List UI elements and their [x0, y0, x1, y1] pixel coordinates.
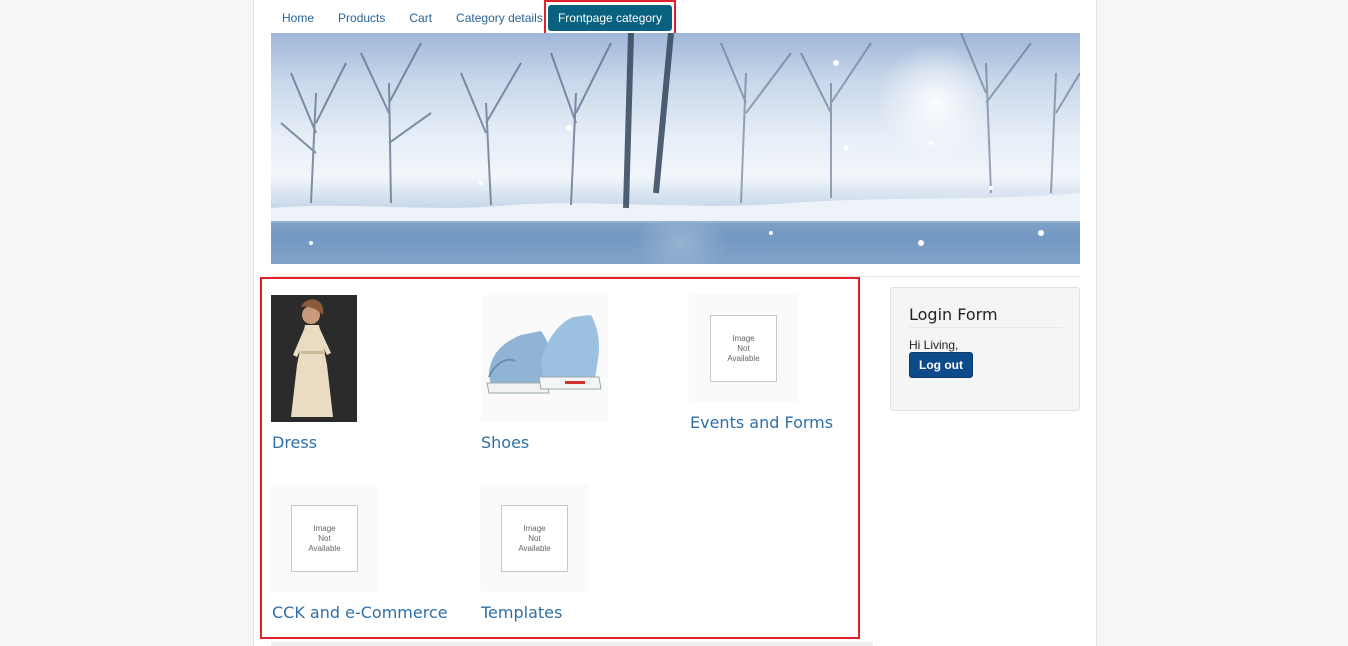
winter-landscape-illustration: [271, 33, 1080, 264]
category-title-templates[interactable]: Templates: [481, 603, 562, 622]
nav-category-details[interactable]: Category details: [444, 5, 555, 31]
category-title-cck-and-ecommerce[interactable]: CCK and e-Commerce: [272, 603, 448, 622]
shoes-image[interactable]: [481, 295, 608, 422]
image-not-available-icon: Image Not Available: [501, 505, 568, 572]
category-title-events-and-forms[interactable]: Events and Forms: [690, 413, 833, 432]
nav-cart[interactable]: Cart: [397, 5, 444, 31]
main-nav: Home Products Cart Category details: [270, 4, 555, 32]
templates-image[interactable]: Image Not Available: [481, 485, 587, 591]
login-form-module: Login Form Hi Living, Log out: [890, 287, 1080, 411]
category-title-dress[interactable]: Dress: [272, 433, 317, 452]
page-container: Home Products Cart Category details Fron…: [253, 0, 1097, 646]
nav-frontpage-category[interactable]: Frontpage category: [548, 5, 672, 31]
cck-and-ecommerce-image[interactable]: Image Not Available: [271, 485, 377, 591]
banner-image: [271, 33, 1080, 264]
events-and-forms-image[interactable]: Image Not Available: [690, 295, 796, 401]
nav-home[interactable]: Home: [270, 5, 326, 31]
logout-button[interactable]: Log out: [909, 352, 973, 378]
login-greeting: Hi Living,: [909, 338, 959, 352]
footer-strip: [271, 642, 873, 646]
dress-image[interactable]: [271, 295, 357, 422]
login-form-divider: [909, 327, 1062, 328]
nav-products[interactable]: Products: [326, 5, 397, 31]
image-not-available-icon: Image Not Available: [291, 505, 358, 572]
image-not-available-icon: Image Not Available: [710, 315, 777, 382]
login-form-title: Login Form: [909, 305, 998, 324]
category-title-shoes[interactable]: Shoes: [481, 433, 529, 452]
